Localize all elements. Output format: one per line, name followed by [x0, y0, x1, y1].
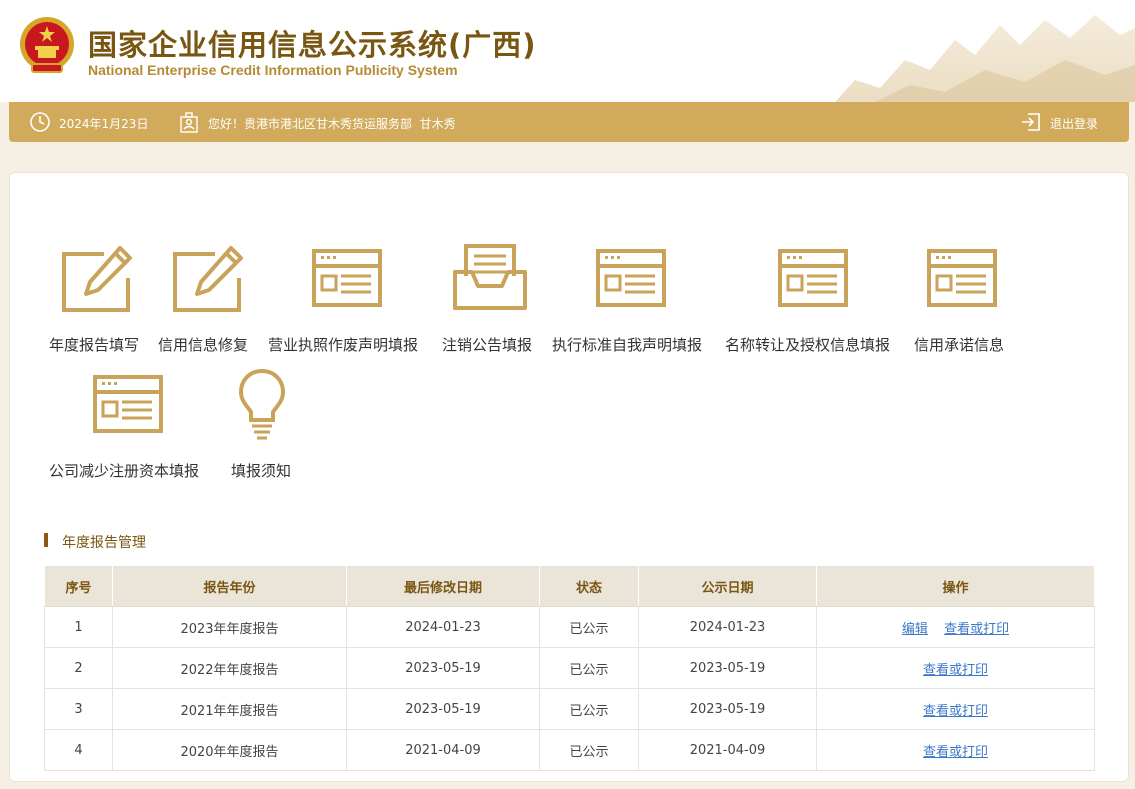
- cell-no: 3: [44, 688, 113, 730]
- column-header: 最后修改日期: [346, 565, 540, 607]
- edit-icon: [62, 246, 132, 312]
- form-icon: [778, 249, 848, 307]
- cell-status: 已公示: [539, 688, 639, 730]
- cell-no: 4: [44, 729, 113, 771]
- tile-name-transfer[interactable]: 名称转让及授权信息填报: [722, 240, 907, 360]
- cell-status: 已公示: [539, 729, 639, 771]
- tile-label: 营业执照作废声明填报: [268, 336, 419, 354]
- tile-credit-repair[interactable]: 信用信息修复: [155, 240, 263, 360]
- cell-modified: 2023-05-19: [346, 647, 540, 689]
- site-header: 国家企业信用信息公示系统(广西) National Enterprise Cre…: [0, 0, 1135, 102]
- cell-actions: 查看或打印: [816, 688, 1095, 730]
- table-row: 4 2020年年度报告 2021-04-09 已公示 2021-04-09 查看…: [44, 729, 1095, 771]
- tile-filing-notice[interactable]: 填报须知: [225, 366, 305, 486]
- site-subtitle: National Enterprise Credit Information P…: [88, 62, 458, 78]
- view-print-link[interactable]: 查看或打印: [923, 704, 988, 719]
- section-marker: [44, 533, 48, 547]
- cell-status: 已公示: [539, 606, 639, 648]
- column-header: 公示日期: [638, 565, 817, 607]
- tile-label: 公司减少注册资本填报: [49, 462, 200, 480]
- view-print-link[interactable]: 查看或打印: [944, 622, 1009, 637]
- cell-modified: 2021-04-09: [346, 729, 540, 771]
- cell-actions: 编辑 查看或打印: [816, 606, 1095, 648]
- logout-button[interactable]: 退出登录: [1050, 115, 1098, 132]
- tile-label: 名称转让及授权信息填报: [725, 336, 891, 354]
- cell-published: 2021-04-09: [638, 729, 817, 771]
- user-greeting: 您好！贵港市港北区甘木秀货运服务部 甘木秀: [208, 117, 456, 131]
- cell-modified: 2024-01-23: [346, 606, 540, 648]
- logout-icon[interactable]: [1020, 111, 1042, 133]
- column-header: 报告年份: [112, 565, 347, 607]
- tile-license-void[interactable]: 营业执照作废声明填报: [265, 240, 435, 360]
- mountain-decoration-icon: [835, 15, 1135, 102]
- cell-year: 2023年年度报告: [112, 606, 347, 648]
- cell-year: 2021年年度报告: [112, 688, 347, 730]
- annual-report-table: 序号 报告年份 最后修改日期 状态 公示日期 操作 1 2023年年度报告 20…: [44, 565, 1095, 771]
- cell-published: 2023-05-19: [638, 688, 817, 730]
- cell-no: 1: [44, 606, 113, 648]
- cell-year: 2022年年度报告: [112, 647, 347, 689]
- cell-no: 2: [44, 647, 113, 689]
- view-print-link[interactable]: 查看或打印: [923, 663, 988, 678]
- table-header-row: 序号 报告年份 最后修改日期 状态 公示日期 操作: [44, 565, 1095, 607]
- tile-cancel-notice[interactable]: 注销公告填报: [438, 240, 548, 360]
- edit-icon: [173, 246, 243, 312]
- form-icon: [312, 249, 382, 307]
- tile-label: 执行标准自我声明填报: [552, 336, 703, 354]
- lightbulb-icon: [238, 368, 286, 440]
- inbox-icon: [453, 244, 527, 310]
- form-icon: [596, 249, 666, 307]
- tile-label: 年度报告填写: [49, 336, 140, 354]
- tile-label: 填报须知: [231, 462, 292, 480]
- user-badge-icon: [180, 112, 198, 133]
- form-icon: [93, 375, 163, 433]
- tile-capital-reduction[interactable]: 公司减少注册资本填报: [44, 366, 214, 486]
- tile-credit-commitment[interactable]: 信用承诺信息: [911, 240, 1021, 360]
- table-row: 2 2022年年度报告 2023-05-19 已公示 2023-05-19 查看…: [44, 647, 1095, 689]
- tile-label: 信用信息修复: [158, 336, 249, 354]
- section-title: 年度报告管理: [62, 535, 146, 551]
- tile-label: 信用承诺信息: [914, 336, 1005, 354]
- cell-modified: 2023-05-19: [346, 688, 540, 730]
- cell-published: 2024-01-23: [638, 606, 817, 648]
- view-print-link[interactable]: 查看或打印: [923, 745, 988, 760]
- current-date: 2024年1月23日: [59, 117, 149, 131]
- cell-year: 2020年年度报告: [112, 729, 347, 771]
- tile-annual-report[interactable]: 年度报告填写: [44, 240, 154, 360]
- top-info-bar: 2024年1月23日 您好！贵港市港北区甘木秀货运服务部 甘木秀 退出登录: [9, 102, 1129, 142]
- column-header: 序号: [44, 565, 113, 607]
- site-title: 国家企业信用信息公示系统(广西): [88, 28, 537, 62]
- cell-published: 2023-05-19: [638, 647, 817, 689]
- table-row: 3 2021年年度报告 2023-05-19 已公示 2023-05-19 查看…: [44, 688, 1095, 730]
- form-icon: [927, 249, 997, 307]
- national-emblem-icon: [20, 17, 74, 73]
- cell-actions: 查看或打印: [816, 729, 1095, 771]
- tile-standard-declaration[interactable]: 执行标准自我声明填报: [549, 240, 719, 360]
- table-row: 1 2023年年度报告 2024-01-23 已公示 2024-01-23 编辑…: [44, 606, 1095, 648]
- tile-label: 注销公告填报: [442, 336, 533, 354]
- cell-actions: 查看或打印: [816, 647, 1095, 689]
- clock-icon: [30, 112, 50, 132]
- cell-status: 已公示: [539, 647, 639, 689]
- column-header: 状态: [539, 565, 639, 607]
- edit-link[interactable]: 编辑: [902, 622, 928, 637]
- column-header: 操作: [816, 565, 1095, 607]
